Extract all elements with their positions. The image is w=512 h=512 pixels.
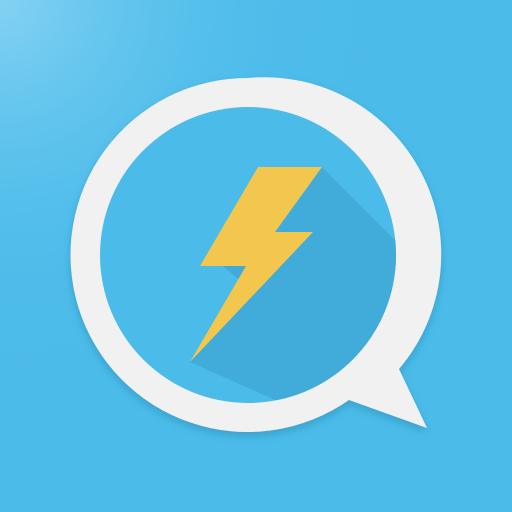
chat-bubble-lightning-icon — [0, 0, 512, 512]
app-icon-canvas — [0, 0, 512, 512]
